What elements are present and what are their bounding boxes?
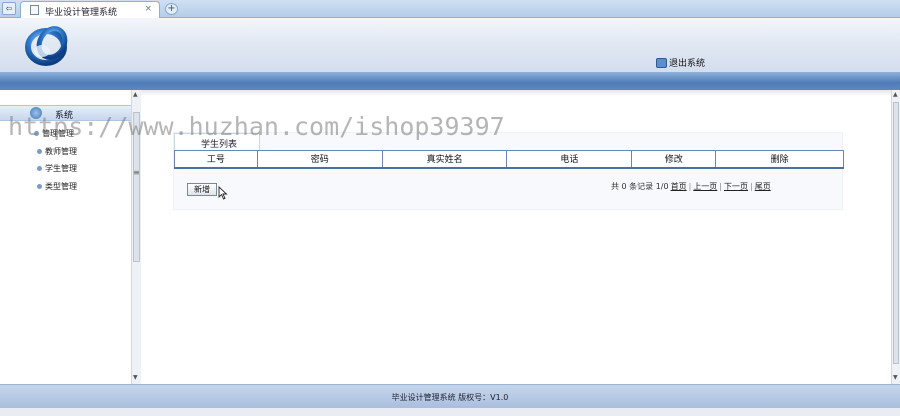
logout-icon [656, 57, 667, 68]
student-list-panel: 学生列表 工号 密码 真实姓名 电话 修改 删除 新增 共 0 条记录 1/0 … [173, 132, 844, 210]
main-scrollbar[interactable]: ▲ ▼ [891, 90, 900, 384]
app-header: 退出系统 [0, 18, 900, 72]
record-summary: 共 0 条记录 1/0 [611, 182, 669, 191]
scroll-down-icon[interactable]: ▼ [893, 374, 898, 381]
new-tab-button[interactable]: + [165, 3, 178, 15]
bullet-icon [37, 166, 42, 171]
scroll-up-icon[interactable]: ▲ [133, 91, 138, 98]
page-icon [30, 5, 39, 15]
bottom-strip [0, 408, 900, 416]
pagination: 共 0 条记录 1/0 首页 | 上一页 | 下一页 | 尾页 [611, 181, 771, 192]
footer-text: 毕业设计管理系统 版权号：V1.0 [391, 393, 509, 402]
scroll-down-icon[interactable]: ▼ [133, 374, 138, 381]
column-header: 工号 [174, 150, 258, 169]
bullet-icon [37, 149, 42, 154]
main-top-shadow [141, 90, 891, 96]
prev-page-link[interactable]: 上一页 [693, 181, 717, 192]
logo-icon [25, 26, 68, 66]
column-header: 密码 [256, 150, 383, 169]
tab-nav-button[interactable]: ⇦ [2, 2, 16, 15]
logout-button[interactable]: 退出系统 [656, 56, 705, 69]
pager-separator: | [688, 182, 692, 191]
last-page-link[interactable]: 尾页 [755, 181, 771, 192]
sidebar-item-teachers[interactable]: 教师管理 [37, 146, 77, 157]
pager-separator: | [750, 182, 753, 191]
sidebar-item-types[interactable]: 类型管理 [37, 181, 77, 192]
sidebar-item-label: 教师管理 [45, 147, 77, 156]
tab-title: 毕业设计管理系统 [45, 8, 118, 18]
bullet-icon [37, 184, 42, 189]
sidebar-item-label: 学生管理 [45, 164, 77, 173]
column-header: 电话 [506, 150, 633, 169]
column-header: 修改 [631, 150, 717, 169]
watermark-text: https://www.huzhan.com/ishop39397 [8, 112, 505, 141]
header-band [0, 72, 900, 90]
sidebar-item-label: 类型管理 [45, 182, 77, 191]
scroll-up-icon[interactable]: ▲ [893, 91, 898, 98]
browser-tab-strip: ⇦ 毕业设计管理系统 × + [0, 0, 900, 18]
close-icon[interactable]: × [144, 4, 152, 14]
table-header-row: 工号 密码 真实姓名 电话 修改 删除 [174, 150, 844, 169]
next-page-link[interactable]: 下一页 [724, 181, 748, 192]
add-button[interactable]: 新增 [187, 183, 217, 196]
first-page-link[interactable]: 首页 [671, 181, 687, 192]
browser-tab[interactable]: 毕业设计管理系统 × [20, 1, 160, 18]
pager-separator: | [719, 182, 722, 191]
column-header: 真实姓名 [381, 150, 508, 169]
footer: 毕业设计管理系统 版权号：V1.0 [0, 384, 900, 408]
student-table: 工号 密码 真实姓名 电话 修改 删除 [174, 150, 844, 169]
sidebar-item-students[interactable]: 学生管理 [37, 163, 77, 174]
mouse-cursor-icon [218, 186, 228, 200]
splitter-grip-icon[interactable]: ≡ [133, 168, 140, 177]
scroll-thumb[interactable] [893, 102, 899, 364]
column-header: 删除 [715, 150, 844, 169]
logout-label: 退出系统 [669, 59, 706, 69]
